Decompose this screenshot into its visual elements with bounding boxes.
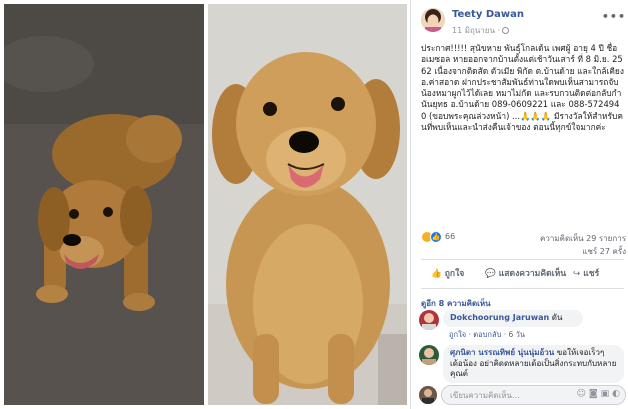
photo-grid xyxy=(0,0,410,409)
current-user-avatar xyxy=(419,386,437,404)
reaction-icons[interactable]: 👍 xyxy=(421,231,443,243)
comment-count[interactable]: ความคิดเห็น 29 รายการ xyxy=(540,232,626,245)
commenter-avatar[interactable] xyxy=(419,310,439,330)
view-previous-comments-link[interactable]: ดูอีก 8 ความคิดเห็น xyxy=(421,297,491,310)
dog-photo-sitting-image xyxy=(208,4,407,405)
gif-icon[interactable]: ▣ xyxy=(601,389,610,399)
comment-item: Dokchoorung Jaruwan ดัน ถูกใจ · ตอบกลับ … xyxy=(419,310,626,342)
post-panel: Teety Dawan 11 มิถุนายน · ••• ประกาศ!!!!… xyxy=(410,0,628,409)
like-button-label: ถูกใจ xyxy=(444,269,465,279)
post-header: Teety Dawan 11 มิถุนายน · ••• xyxy=(421,8,626,38)
composer-icons: ☺ ◙ ▣ ◐ xyxy=(574,389,621,399)
like-button[interactable]: 👍 ถูกใจ xyxy=(431,266,464,280)
dog-photo-lying[interactable] xyxy=(4,4,204,405)
post-stats: 👍 66 ความคิดเห็น 29 รายการ แชร์ 27 ครั้ง xyxy=(421,231,626,257)
share-button-label: แชร์ xyxy=(583,269,600,279)
divider xyxy=(421,259,624,260)
thumbs-up-icon: 👍 xyxy=(431,269,442,279)
comment-bubble-icon: 💬 xyxy=(485,269,496,279)
comment-item: ศุภนิดา นรรณทิพย์ นุ่นนุ่มอ้วน ขอให้เจอเ… xyxy=(419,345,626,383)
dog-photo-sitting[interactable] xyxy=(208,4,407,405)
comment-bubble: ศุภนิดา นรรณทิพย์ นุ่นนุ่มอ้วน ขอให้เจอเ… xyxy=(443,345,624,383)
comment-actions: ถูกใจ · ตอบกลับ · 6 วัน xyxy=(449,330,526,339)
share-arrow-icon: ↪ xyxy=(573,269,581,279)
like-reaction-icon: 👍 xyxy=(430,231,442,243)
dog-photo-lying-image xyxy=(4,4,204,405)
post-text: ประกาศ!!!!! สุนัขหาย พันธุ์โกลเด้น เพศผู… xyxy=(421,43,624,133)
post-timestamp[interactable]: 11 มิถุนายน · xyxy=(452,24,510,37)
commenter-avatar[interactable] xyxy=(419,345,439,365)
emoji-icon[interactable]: ☺ xyxy=(577,389,586,399)
comment-like-link[interactable]: ถูกใจ xyxy=(449,330,466,339)
comment-time[interactable]: 6 วัน xyxy=(509,330,526,339)
divider xyxy=(421,288,624,289)
comment-text: ดัน xyxy=(551,313,563,322)
author-name[interactable]: Teety Dawan xyxy=(452,9,524,20)
comment-reply-link[interactable]: ตอบกลับ xyxy=(473,330,501,339)
comment-button[interactable]: 💬 แสดงความคิดเห็น xyxy=(485,266,566,280)
globe-icon xyxy=(502,27,510,34)
commenter-name[interactable]: ศุภนิดา นรรณทิพย์ นุ่นนุ่มอ้วน xyxy=(450,348,554,357)
comment-composer: ☺◙▣◐ xyxy=(419,385,626,405)
comment-button-label: แสดงความคิดเห็น xyxy=(498,269,567,279)
reaction-count[interactable]: 66 xyxy=(445,232,455,241)
sticker-icon[interactable]: ◐ xyxy=(612,389,620,399)
more-options-icon[interactable]: ••• xyxy=(602,10,626,23)
post-actions: 👍 ถูกใจ 💬 แสดงความคิดเห็น ↪ แชร์ xyxy=(421,266,624,282)
share-count[interactable]: แชร์ 27 ครั้ง xyxy=(582,245,626,258)
author-avatar[interactable] xyxy=(421,8,445,32)
camera-icon[interactable]: ◙ xyxy=(589,389,598,399)
post-date[interactable]: 11 มิถุนายน · xyxy=(452,26,500,35)
comment-bubble: Dokchoorung Jaruwan ดัน xyxy=(443,310,583,327)
share-button[interactable]: ↪ แชร์ xyxy=(573,266,599,280)
commenter-name[interactable]: Dokchoorung Jaruwan xyxy=(450,313,549,322)
